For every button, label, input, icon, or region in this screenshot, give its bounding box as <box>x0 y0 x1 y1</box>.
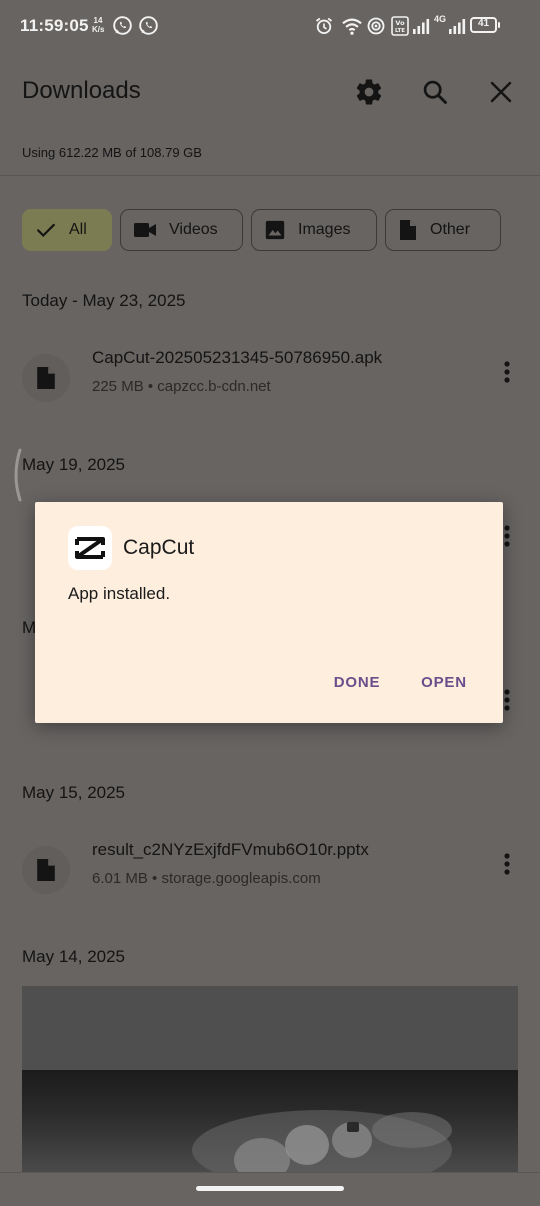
open-button[interactable]: OPEN <box>411 662 477 702</box>
document-icon <box>37 859 55 881</box>
network-speed-value: 14 <box>93 16 103 25</box>
download-item[interactable]: result_c2NYzExjfdFVmub6O10r.pptx 6.01 MB… <box>0 840 540 910</box>
network-type: 4G <box>434 14 447 24</box>
chip-label: All <box>69 221 87 238</box>
status-bar: 11:59:05 14 K/s Vo LTE 4G 41 <box>0 0 540 52</box>
filter-chip-other[interactable]: Other <box>385 209 501 251</box>
file-icon <box>22 846 70 894</box>
divider <box>0 175 540 176</box>
file-meta: 225 MB • capzcc.b-cdn.net <box>92 378 271 395</box>
alarm-icon <box>314 16 334 41</box>
file-name: CapCut-202505231345-50786950.apk <box>92 348 383 367</box>
dialog-message: App installed. <box>68 584 171 603</box>
video-camera-icon <box>133 220 157 240</box>
status-time: 11:59:05 <box>20 16 89 35</box>
chip-label: Videos <box>169 221 218 238</box>
image-thumbnail[interactable] <box>22 986 518 1172</box>
file-icon <box>22 354 70 402</box>
back-gesture-indicator <box>10 448 24 502</box>
thumbnail-photo <box>22 1070 518 1172</box>
more-vert-icon <box>504 361 510 383</box>
signal-icon <box>448 17 468 40</box>
close-button[interactable] <box>481 72 521 112</box>
chip-label: Other <box>430 221 471 238</box>
section-date-header: May 19, 2025 <box>22 455 126 474</box>
svg-text:LTE: LTE <box>395 28 405 34</box>
gear-icon <box>356 79 382 105</box>
settings-button[interactable] <box>349 72 389 112</box>
app-installed-dialog: CapCut App installed. DONE OPEN <box>35 502 503 723</box>
more-options-button[interactable] <box>492 352 522 392</box>
section-date-header: Today - May 23, 2025 <box>22 291 186 310</box>
whatsapp-icon <box>112 15 133 41</box>
more-vert-icon <box>504 525 510 547</box>
network-speed-unit: K/s <box>92 25 105 34</box>
battery-icon: 41 <box>470 17 500 33</box>
divider <box>0 1172 540 1173</box>
dialog-app-name: CapCut <box>123 536 195 559</box>
download-item[interactable]: CapCut-202505231345-50786950.apk 225 MB … <box>0 348 540 418</box>
check-icon <box>35 219 57 241</box>
wifi-icon <box>341 16 363 41</box>
page-title: Downloads <box>22 77 141 104</box>
image-icon <box>264 219 286 241</box>
file-name: result_c2NYzExjfdFVmub6O10r.pptx <box>92 840 369 859</box>
battery-level: 41 <box>477 18 490 29</box>
close-icon <box>490 81 512 103</box>
network-speed: 14 K/s <box>92 16 104 34</box>
chip-label: Images <box>298 221 351 238</box>
whatsapp-icon <box>138 15 159 41</box>
more-vert-icon <box>504 689 510 711</box>
document-icon <box>37 367 55 389</box>
capcut-app-icon <box>68 526 112 570</box>
volte-icon: Vo LTE <box>391 16 409 41</box>
more-options-button[interactable] <box>492 844 522 884</box>
storage-usage: Using 612.22 MB of 108.79 GB <box>22 145 202 160</box>
file-meta: 6.01 MB • storage.googleapis.com <box>92 870 321 887</box>
filter-chip-images[interactable]: Images <box>251 209 377 251</box>
filter-chip-videos[interactable]: Videos <box>120 209 243 251</box>
done-button[interactable]: DONE <box>323 662 391 702</box>
more-vert-icon <box>504 853 510 875</box>
search-icon <box>423 80 447 104</box>
svg-text:Vo: Vo <box>395 19 405 27</box>
hotspot-icon <box>366 16 386 41</box>
search-button[interactable] <box>415 72 455 112</box>
document-icon <box>398 218 418 242</box>
section-date-header: May 15, 2025 <box>22 783 126 802</box>
filter-chip-all[interactable]: All <box>22 209 112 251</box>
section-date-header: May 14, 2025 <box>22 947 126 966</box>
signal-icon <box>412 17 432 40</box>
home-indicator[interactable] <box>196 1186 344 1191</box>
